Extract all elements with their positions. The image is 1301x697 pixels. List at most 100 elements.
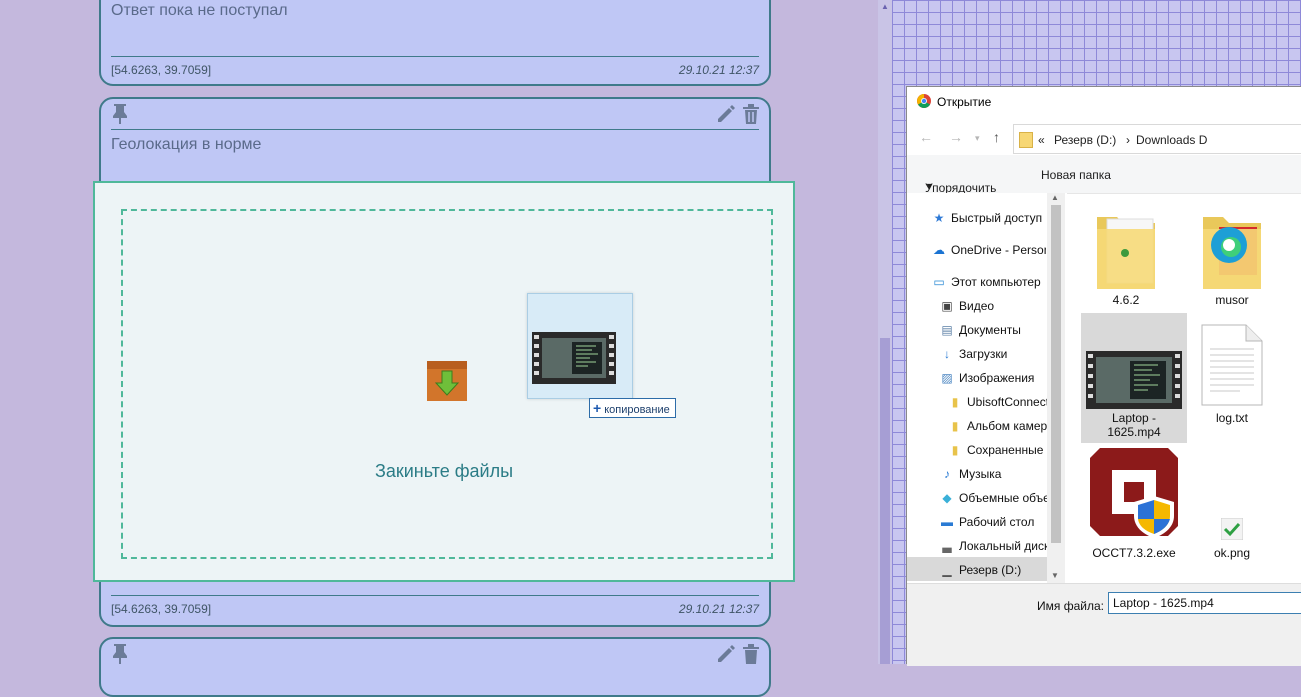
scroll-up-icon[interactable]: ▲ xyxy=(1051,193,1059,202)
file-item[interactable]: 4.6.2 xyxy=(1081,199,1171,309)
dialog-titlebar[interactable]: Открытие xyxy=(907,87,1301,117)
edit-icon[interactable] xyxy=(715,103,737,130)
file-item[interactable]: musor xyxy=(1187,199,1277,309)
nav-label: UbisoftConnect xyxy=(967,395,1047,409)
nav-label: Локальный диск xyxy=(959,539,1050,553)
desktop-icon: ▬ xyxy=(941,515,953,529)
star-icon: ★ xyxy=(933,211,945,225)
dialog-footer: Имя файла: Laptop - 1625.mp4 xyxy=(907,583,1301,666)
nav-scrollbar[interactable]: ▲ ▼ xyxy=(1047,193,1065,583)
copy-badge-label: копирование xyxy=(604,404,670,416)
open-file-dialog: Открытие ← → ▾ ↑ « Резерв (D:) › Downloa… xyxy=(906,86,1301,666)
nav-item-images[interactable]: ▨ Изображения xyxy=(939,368,1054,388)
nav-label: Документы xyxy=(959,323,1021,337)
nav-label: Сохраненные xyxy=(967,443,1044,457)
file-item[interactable]: OCCT7.3.2.exe xyxy=(1081,448,1187,563)
file-name: OCCT7.3.2.exe xyxy=(1092,546,1176,560)
file-name: Laptop - 1625.mp4 xyxy=(1107,411,1161,439)
folder-icon xyxy=(1097,217,1155,289)
edit-icon[interactable] xyxy=(715,643,737,670)
nav-item-this-pc[interactable]: ▭ Этот компьютер xyxy=(931,272,1046,292)
dialog-title: Открытие xyxy=(937,95,992,109)
page-scrollbar-thumb[interactable] xyxy=(880,338,890,664)
video-icon: ▣ xyxy=(941,299,953,313)
nav-item-ubisoft[interactable]: ▮ UbisoftConnect xyxy=(947,392,1047,412)
drop-label: Закиньте файлы xyxy=(374,461,514,481)
delete-icon[interactable] xyxy=(741,643,761,670)
folder-icon: ▮ xyxy=(951,395,959,409)
file-list: 4.6.2 musor Laptop - 1625.mp4 log.txt OC… xyxy=(1067,193,1301,583)
address-bar[interactable]: « Резерв (D:) › Downloads D xyxy=(1013,124,1301,154)
checkmark-image-icon xyxy=(1220,517,1244,541)
nav-label: Видео xyxy=(959,299,995,313)
nav-item-downloads[interactable]: ↓ Загрузки xyxy=(939,344,1054,364)
address-folder[interactable]: Downloads D xyxy=(1136,133,1207,147)
card-divider xyxy=(111,595,759,596)
nav-scrollbar-thumb[interactable] xyxy=(1051,205,1061,543)
card-divider xyxy=(111,129,759,130)
nav-item-documents[interactable]: ▤ Документы xyxy=(939,320,1054,340)
nav-item-saved[interactable]: ▮ Сохраненные xyxy=(947,440,1047,460)
forward-arrow-icon[interactable]: → xyxy=(949,129,963,145)
up-arrow-icon[interactable]: ↑ xyxy=(993,129,1000,145)
file-item[interactable]: ok.png xyxy=(1187,448,1277,563)
nav-item-video[interactable]: ▣ Видео xyxy=(939,296,1054,316)
file-item[interactable]: log.txt xyxy=(1187,313,1277,443)
nav-label: Объемные объекты xyxy=(959,491,1054,505)
card-date: 29.10.21 12:37 xyxy=(678,63,759,77)
message-text: Геолокация в норме xyxy=(111,136,262,153)
nav-item-desktop[interactable]: ▬ Рабочий стол xyxy=(939,512,1054,532)
pin-icon[interactable] xyxy=(111,643,129,670)
nav-item-camera-roll[interactable]: ▮ Альбом камеры xyxy=(947,416,1047,436)
dialog-toolbar: Упорядочить ▼ Новая папка xyxy=(907,155,1301,195)
message-text: Ответ пока не поступал xyxy=(111,2,288,19)
nav-label: Этот компьютер xyxy=(951,275,1041,289)
nav-label: OneDrive - Personal xyxy=(951,243,1046,257)
cube-icon: ◆ xyxy=(942,491,952,505)
file-item-selected[interactable]: Laptop - 1625.mp4 xyxy=(1081,313,1187,443)
nav-item-local-disk[interactable]: ▃ Локальный диск xyxy=(939,536,1054,556)
address-prefix: « xyxy=(1038,133,1045,147)
occt-app-icon xyxy=(1090,448,1178,538)
text-file-icon xyxy=(1201,324,1263,406)
filename-input[interactable]: Laptop - 1625.mp4 xyxy=(1108,592,1301,614)
address-drive[interactable]: Резерв (D:) xyxy=(1054,133,1116,147)
folder-icon xyxy=(1203,217,1261,289)
navigation-pane: ★ Быстрый доступ ☁ OneDrive - Personal ▭ Эт… xyxy=(907,193,1067,583)
nav-item-music[interactable]: ♪ Музыка xyxy=(939,464,1054,484)
back-arrow-icon[interactable]: ← xyxy=(919,129,933,145)
delete-icon[interactable] xyxy=(741,103,761,130)
folder-icon: ▮ xyxy=(951,419,959,433)
scroll-down-icon[interactable]: ▼ xyxy=(1051,571,1059,580)
video-thumbnail-icon xyxy=(532,332,616,384)
new-folder-button[interactable]: Новая папка xyxy=(1041,168,1111,182)
recent-dropdown-icon[interactable]: ▾ xyxy=(975,133,980,144)
card-coordinates: [54.6263, 39.7059] xyxy=(111,602,212,616)
chrome-icon xyxy=(917,94,931,113)
nav-item-onedrive[interactable]: ☁ OneDrive - Personal xyxy=(931,240,1046,260)
card-coordinates: [54.6263, 39.7059] xyxy=(111,63,212,77)
nav-item-reserve-drive[interactable]: ▁ Резерв (D:) xyxy=(939,560,1054,580)
download-box-icon xyxy=(423,357,471,405)
card-date: 29.10.21 12:37 xyxy=(678,602,759,616)
page-scrollbar[interactable]: ▲ xyxy=(878,0,892,664)
file-drop-zone[interactable]: + копирование Закиньте файлы xyxy=(93,181,795,582)
file-name: 4.6.2 xyxy=(1112,293,1140,307)
scroll-up-icon[interactable]: ▲ xyxy=(881,2,889,11)
pin-icon[interactable] xyxy=(111,103,129,130)
nav-label: Изображения xyxy=(959,371,1035,385)
nav-label: Резерв (D:) xyxy=(959,563,1022,577)
image-icon: ▨ xyxy=(941,371,953,385)
filename-label: Имя файла: xyxy=(1037,599,1104,613)
nav-item-3d-objects[interactable]: ◆ Объемные объекты xyxy=(939,488,1054,508)
folder-icon: ▮ xyxy=(951,443,959,457)
nav-label: Загрузки xyxy=(959,347,1008,361)
computer-icon: ▭ xyxy=(933,275,945,289)
nav-label: Быстрый доступ xyxy=(951,211,1043,225)
nav-item-quick-access[interactable]: ★ Быстрый доступ xyxy=(931,208,1046,228)
file-name: musor xyxy=(1215,293,1249,307)
music-icon: ♪ xyxy=(944,467,950,481)
plus-icon: + xyxy=(593,400,602,416)
nav-label: Альбом камеры xyxy=(967,419,1047,433)
file-name: log.txt xyxy=(1215,411,1248,425)
